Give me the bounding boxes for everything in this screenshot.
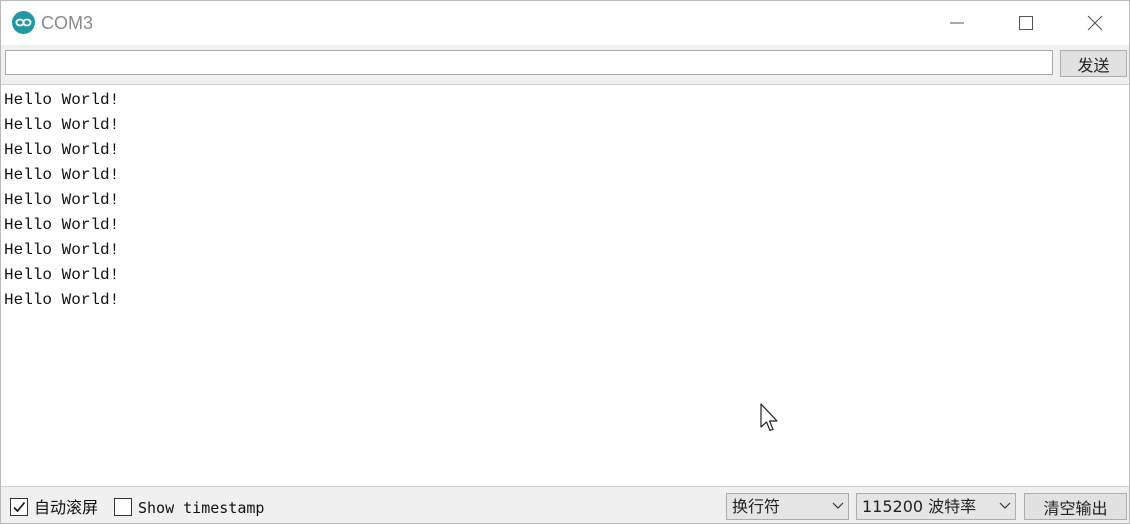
arduino-infinity-icon (12, 11, 35, 34)
chevron-down-icon (999, 502, 1011, 509)
chevron-down-icon (832, 502, 844, 509)
close-button[interactable] (1065, 1, 1125, 45)
baud-rate-select[interactable]: 115200 波特率 (856, 493, 1016, 520)
autoscroll-checkbox[interactable] (10, 498, 28, 516)
clear-output-button[interactable]: 清空输出 (1024, 493, 1127, 520)
minimize-button[interactable] (927, 1, 987, 45)
serial-output-area[interactable]: Hello World! Hello World! Hello World! H… (1, 84, 1129, 487)
maximize-button[interactable] (996, 1, 1056, 45)
output-line: Hello World! (4, 191, 120, 209)
window-title: COM3 (41, 13, 94, 33)
send-input[interactable] (5, 50, 1053, 75)
output-line: Hello World! (4, 241, 120, 259)
output-line: Hello World! (4, 166, 120, 184)
output-line: Hello World! (4, 141, 120, 159)
autoscroll-label[interactable]: 自动滚屏 (34, 498, 98, 518)
line-ending-select[interactable]: 换行符 (726, 493, 849, 520)
maximize-icon (1019, 16, 1033, 30)
timestamp-label[interactable]: Show timestamp (138, 498, 264, 518)
output-line: Hello World! (4, 91, 120, 109)
send-button[interactable]: 发送 (1060, 50, 1127, 77)
serial-monitor-window: COM3 发送 Hello World! Hello World! Hello … (0, 0, 1130, 524)
mouse-cursor-icon (760, 403, 778, 432)
output-line: Hello World! (4, 216, 120, 234)
title-bar[interactable]: COM3 (1, 1, 1129, 45)
checkmark-icon (13, 501, 26, 513)
baud-rate-value: 115200 波特率 (862, 497, 977, 516)
timestamp-checkbox[interactable] (114, 498, 132, 516)
output-line: Hello World! (4, 291, 120, 309)
close-icon (1087, 15, 1103, 31)
line-ending-value: 换行符 (732, 497, 781, 516)
minimize-icon (950, 22, 964, 24)
output-line: Hello World! (4, 116, 120, 134)
output-line: Hello World! (4, 266, 120, 284)
